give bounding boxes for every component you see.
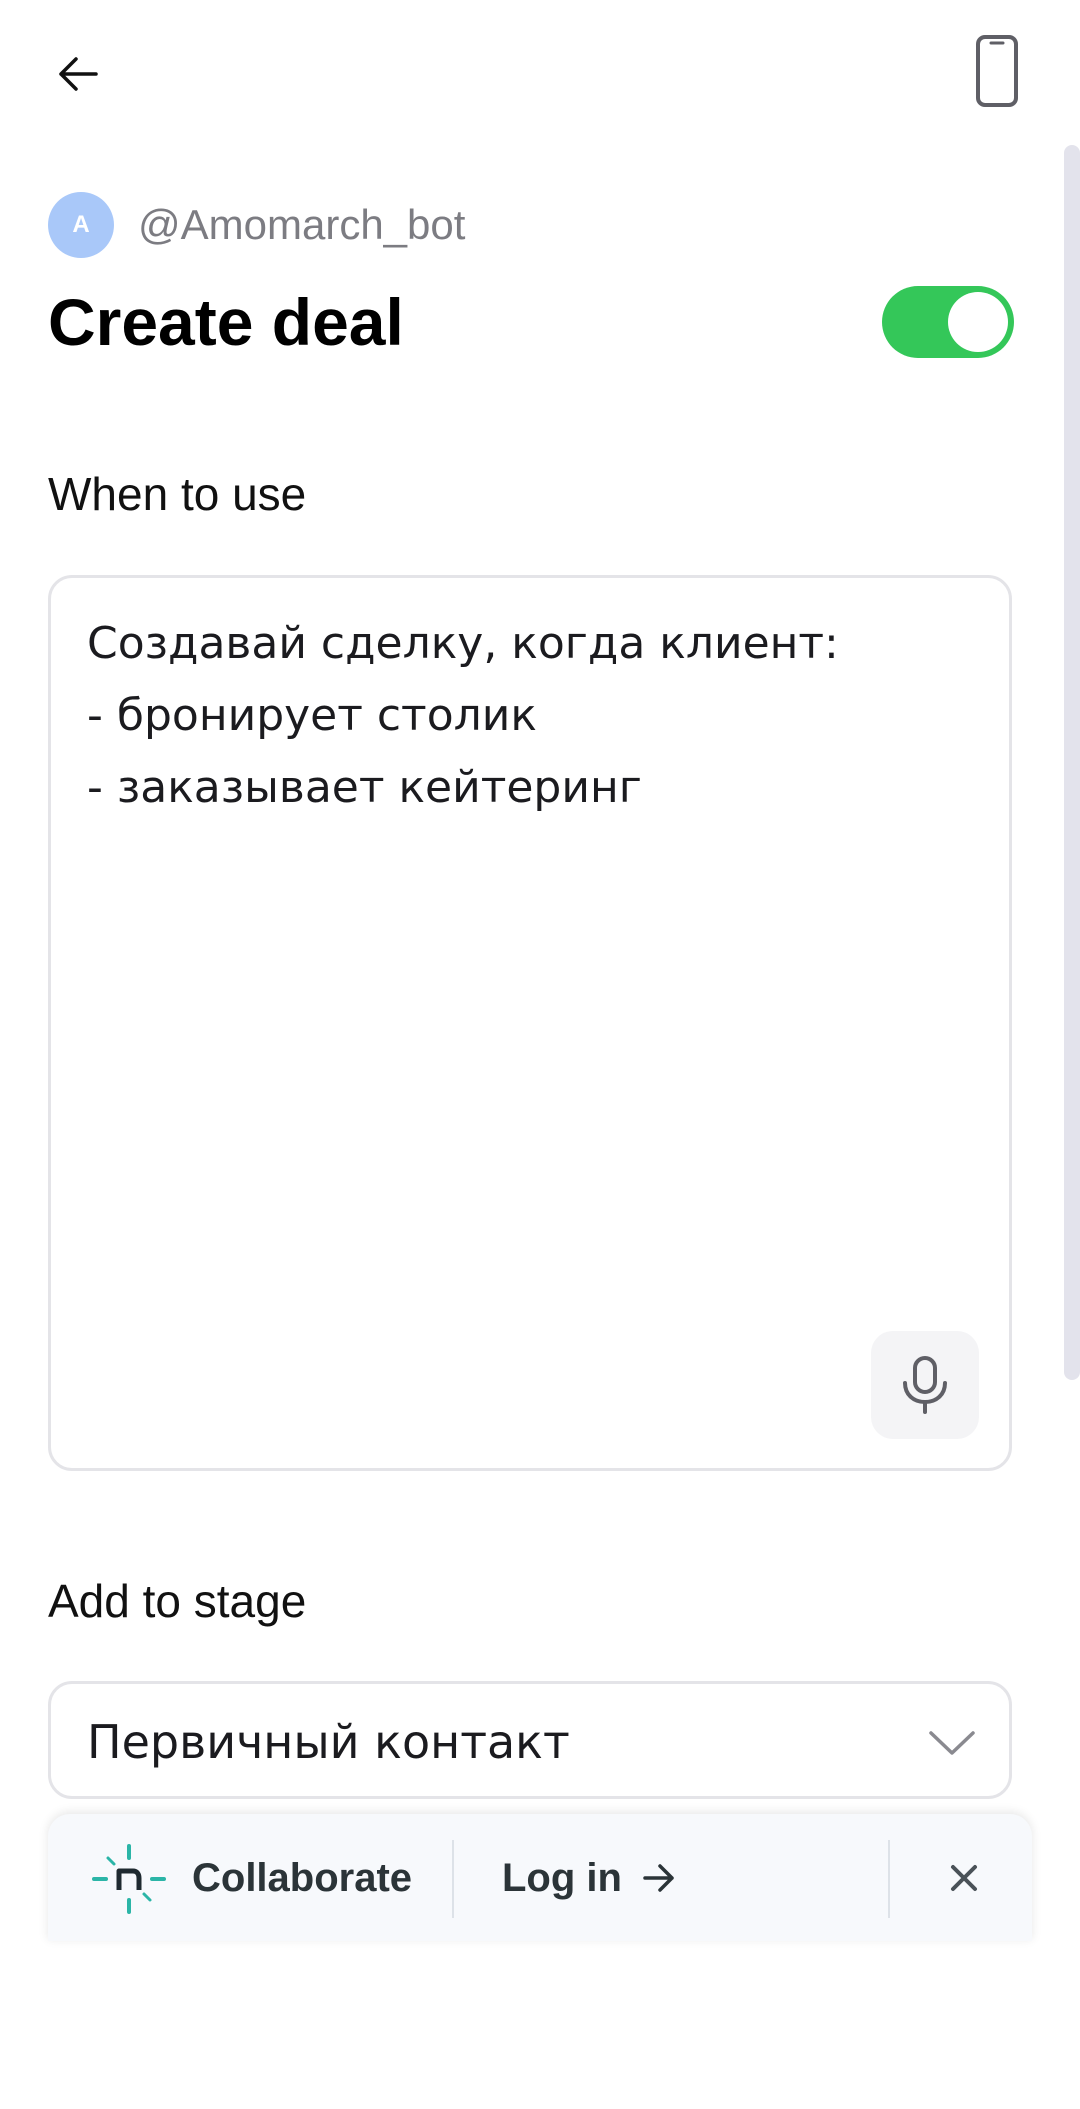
chevron-down-icon bbox=[927, 1718, 977, 1768]
avatar: A bbox=[48, 192, 114, 258]
when-to-use-field[interactable]: Создавай сделку, когда клиент: - брониру… bbox=[48, 575, 1012, 1471]
top-bar bbox=[0, 0, 1080, 145]
netlify-logo-icon bbox=[92, 1844, 166, 1914]
collaborate-link[interactable]: Collaborate bbox=[192, 1850, 412, 1906]
scrollbar-thumb[interactable] bbox=[1064, 145, 1080, 1380]
bot-info: A @Amomarch_bot bbox=[48, 192, 465, 258]
arrow-right-icon bbox=[642, 1863, 676, 1893]
login-link[interactable]: Log in bbox=[502, 1850, 676, 1906]
banner-divider bbox=[452, 1840, 454, 1918]
stage-select[interactable]: Первичный контакт bbox=[48, 1681, 1012, 1799]
enable-toggle[interactable] bbox=[882, 286, 1014, 358]
arrow-left-icon bbox=[59, 57, 98, 91]
device-preview-button[interactable] bbox=[972, 32, 1022, 110]
banner-divider bbox=[888, 1840, 890, 1918]
toggle-knob bbox=[948, 292, 1008, 352]
collaboration-banner: Collaborate Log in bbox=[48, 1814, 1032, 1941]
close-icon bbox=[951, 1865, 977, 1891]
when-to-use-label: When to use bbox=[48, 468, 307, 520]
back-button[interactable] bbox=[48, 44, 108, 104]
smartphone-icon bbox=[976, 35, 1018, 107]
stage-select-value: Первичный контакт bbox=[87, 1715, 570, 1769]
bot-handle: @Amomarch_bot bbox=[138, 201, 466, 248]
voice-input-button[interactable] bbox=[871, 1331, 979, 1439]
when-to-use-textarea[interactable]: Создавай сделку, когда клиент: - брониру… bbox=[87, 608, 967, 1368]
microphone-icon bbox=[903, 1356, 947, 1414]
add-to-stage-label: Add to stage bbox=[48, 1575, 307, 1627]
close-banner-button[interactable] bbox=[938, 1852, 990, 1904]
login-label: Log in bbox=[502, 1855, 622, 1900]
page-title: Create deal bbox=[48, 285, 404, 359]
